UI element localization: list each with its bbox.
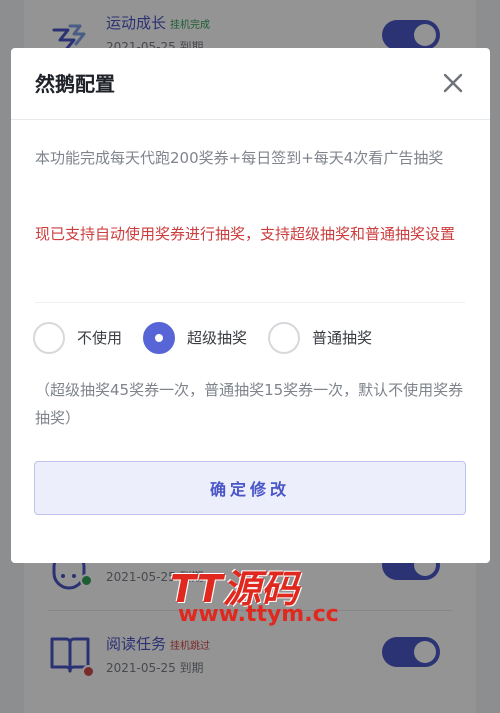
lottery-mode-radio-group: 不使用 超级抽奖 普通抽奖 (33, 322, 473, 354)
radio-label: 普通抽奖 (312, 329, 373, 347)
radio-label: 不使用 (77, 329, 123, 347)
config-modal: 然鹅配置 本功能完成每天代跑200奖券+每日签到+每天4次看广告抽奖 现已支持自… (11, 48, 490, 563)
radio-circle[interactable] (33, 322, 65, 354)
feature-description: 本功能完成每天代跑200奖券+每日签到+每天4次看广告抽奖 (35, 149, 444, 167)
modal-title: 然鹅配置 (35, 72, 115, 96)
radio-circle[interactable] (268, 322, 300, 354)
feature-notice: 现已支持自动使用奖券进行抽奖，支持超级抽奖和普通抽奖设置 (35, 225, 456, 243)
lottery-hint: （超级抽奖45奖券一次，普通抽奖15奖券一次，默认不使用奖券抽奖） (35, 381, 464, 427)
modal-header: 然鹅配置 (11, 48, 490, 120)
radio-circle[interactable] (143, 322, 175, 354)
divider (35, 302, 465, 303)
watermark-url: www.ttym.cc (178, 602, 339, 627)
close-icon[interactable] (436, 66, 470, 100)
confirm-button[interactable]: 确定修改 (34, 461, 466, 515)
radio-label: 超级抽奖 (187, 329, 248, 347)
